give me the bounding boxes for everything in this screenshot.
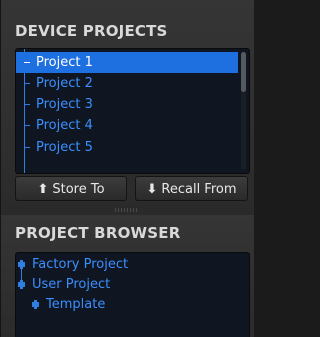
tree-node-icon bbox=[32, 300, 39, 309]
panel-splitter[interactable] bbox=[1, 205, 254, 215]
tree-item-label: Template bbox=[46, 297, 106, 312]
tree-node-icon bbox=[18, 260, 25, 269]
list-scrollbar[interactable] bbox=[241, 52, 246, 170]
recall-from-button[interactable]: ⬇ Recall From bbox=[135, 176, 248, 201]
list-item-project-4[interactable]: Project 4 bbox=[16, 115, 238, 136]
project-browser-title: PROJECT BROWSER bbox=[15, 224, 181, 242]
store-to-button[interactable]: ⬆ Store To bbox=[15, 176, 127, 201]
tree-node-icon bbox=[18, 280, 25, 289]
splitter-grip-icon[interactable] bbox=[115, 208, 139, 212]
list-item-project-5[interactable]: Project 5 bbox=[16, 137, 238, 158]
project-browser-tree[interactable]: Factory Project User Project Template bbox=[15, 252, 250, 337]
project-panel: DEVICE PROJECTS Project 1 Project 2 Proj… bbox=[0, 0, 254, 337]
tree-branch-icon bbox=[24, 62, 30, 63]
tree-branch-icon bbox=[24, 83, 30, 84]
recall-from-label: Recall From bbox=[161, 182, 237, 197]
tree-branch-icon bbox=[24, 125, 30, 126]
tree-branch-icon bbox=[24, 147, 30, 148]
device-projects-list[interactable]: Project 1 Project 2 Project 3 Project 4 … bbox=[15, 48, 250, 174]
tree-item-label: Factory Project bbox=[32, 257, 129, 272]
list-item-project-2[interactable]: Project 2 bbox=[16, 73, 238, 94]
store-to-label: Store To bbox=[52, 182, 105, 197]
tree-item-label: User Project bbox=[32, 277, 111, 292]
project-browser-panel: PROJECT BROWSER Factory Project User Pro… bbox=[1, 215, 254, 337]
list-item-label: Project 2 bbox=[36, 76, 93, 91]
list-item-label: Project 1 bbox=[36, 55, 93, 70]
list-item-label: Project 4 bbox=[36, 118, 93, 133]
arrow-down-icon: ⬇ bbox=[146, 182, 158, 197]
scrollbar-thumb[interactable] bbox=[241, 52, 246, 92]
list-item-label: Project 5 bbox=[36, 140, 93, 155]
list-item-label: Project 3 bbox=[36, 97, 93, 112]
tree-branch-icon bbox=[24, 104, 30, 105]
device-projects-title: DEVICE PROJECTS bbox=[15, 22, 168, 40]
arrow-up-icon: ⬆ bbox=[37, 182, 49, 197]
list-item-project-3[interactable]: Project 3 bbox=[16, 94, 238, 115]
list-item-project-1[interactable]: Project 1 bbox=[16, 52, 238, 73]
device-projects-panel: DEVICE PROJECTS Project 1 Project 2 Proj… bbox=[1, 0, 254, 205]
